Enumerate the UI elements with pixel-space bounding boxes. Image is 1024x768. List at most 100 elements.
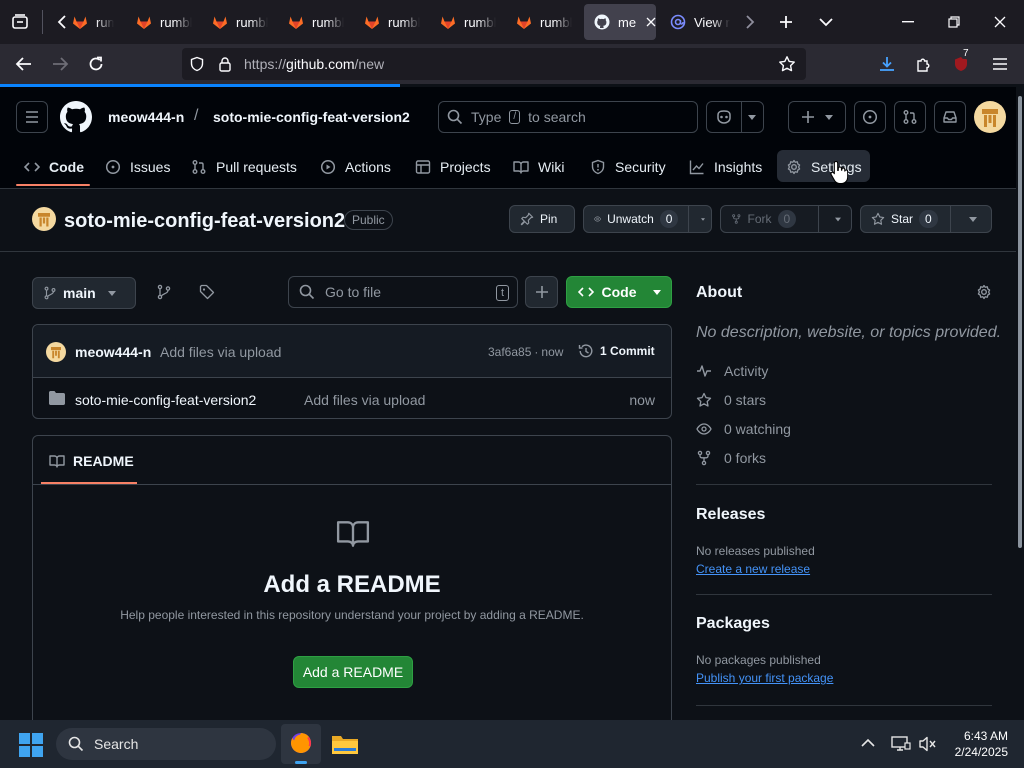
readme-heading: Add a README	[263, 571, 441, 598]
browser-tab[interactable]: rumbl	[62, 4, 114, 40]
inbox-icon[interactable]	[934, 101, 966, 133]
divider	[33, 484, 671, 485]
shield-icon	[591, 159, 605, 175]
file-name[interactable]: soto-mie-config-feat-version2	[75, 392, 256, 408]
browser-tab[interactable]: rumbl	[278, 4, 344, 40]
browser-tab[interactable]: rumbl	[202, 4, 268, 40]
hamburger-menu-icon[interactable]	[16, 101, 48, 133]
gitlab-icon	[364, 14, 380, 30]
bookmark-star-icon[interactable]	[778, 55, 796, 73]
extensions-icon[interactable]	[910, 50, 938, 78]
search-input[interactable]: Type / to search	[438, 101, 698, 133]
avatar[interactable]	[974, 101, 1006, 133]
owner-link[interactable]: meow444-n	[108, 109, 184, 125]
commit-author[interactable]: meow444-n	[75, 344, 151, 360]
publish-package-link[interactable]: Publish your first package	[696, 671, 833, 685]
pin-button[interactable]: Pin	[509, 205, 575, 233]
taskbar-search-box[interactable]: Search	[56, 728, 276, 760]
fork-button[interactable]: Fork 0	[720, 205, 852, 233]
book-icon	[336, 520, 370, 548]
volume-muted-icon[interactable]	[918, 735, 938, 753]
unwatch-button[interactable]: Unwatch 0	[583, 205, 712, 233]
tab-pull-requests[interactable]: Pull requests	[191, 151, 297, 183]
branch-select-button[interactable]: main	[32, 277, 136, 309]
tab-issues[interactable]: Issues	[105, 151, 170, 183]
activity-link[interactable]: Activity	[696, 363, 768, 379]
book-icon	[49, 455, 65, 468]
browser-tab[interactable]: me	[584, 4, 656, 40]
browser-tab[interactable]: View r	[660, 4, 730, 40]
firefox-icon	[291, 733, 312, 753]
network-icon[interactable]	[891, 735, 911, 753]
issues-icon[interactable]	[854, 101, 886, 133]
tab-scroll-right-icon[interactable]	[736, 8, 764, 36]
file-commit-message[interactable]: Add files via upload	[304, 392, 425, 408]
forks-link[interactable]: 0 forks	[696, 450, 766, 466]
back-icon[interactable]	[10, 50, 38, 78]
forward-icon[interactable]	[46, 50, 74, 78]
tab-wiki[interactable]: Wiki	[513, 151, 564, 183]
code-dropdown-button[interactable]: Code	[566, 276, 672, 308]
pull-requests-icon[interactable]	[894, 101, 926, 133]
url-bar[interactable]: https://github.com/new	[182, 48, 806, 80]
tags-icon[interactable]	[199, 284, 215, 300]
create-new-button[interactable]	[788, 101, 846, 133]
commits-link[interactable]: 1 Commit	[578, 343, 655, 359]
clock-time: 6:43 AM	[963, 729, 1008, 743]
file-row[interactable]: soto-mie-config-feat-version2 Add files v…	[33, 379, 671, 419]
tab-projects[interactable]: Projects	[415, 151, 491, 183]
ublock-extension-icon[interactable]: 7	[947, 48, 975, 78]
browser-tab[interactable]: rumbl	[506, 4, 572, 40]
browser-tab[interactable]: rumbl	[430, 4, 496, 40]
close-window-icon[interactable]	[986, 8, 1014, 36]
packages-heading[interactable]: Packages	[696, 615, 770, 633]
restore-icon[interactable]	[940, 8, 968, 36]
folder-icon	[49, 391, 65, 405]
lock-icon[interactable]	[218, 56, 232, 72]
show-hidden-icons-icon[interactable]	[860, 736, 876, 750]
branches-icon[interactable]	[156, 284, 172, 300]
close-tab-icon[interactable]	[646, 17, 656, 27]
taskbar-clock[interactable]: 6:43 AM 2/24/2025	[946, 728, 1008, 760]
github-logo-icon[interactable]	[60, 101, 92, 133]
go-to-file-input[interactable]: Go to file t	[288, 276, 518, 308]
new-tab-icon[interactable]	[772, 8, 800, 36]
tab-code[interactable]: Code	[24, 151, 84, 183]
tab-actions[interactable]: Actions	[320, 151, 391, 183]
commit-message[interactable]: Add files via upload	[160, 344, 281, 360]
add-readme-button[interactable]: Add a README	[293, 656, 413, 688]
about-description: No description, website, or topics provi…	[696, 324, 1002, 341]
browser-tab[interactable]: rumbl	[126, 4, 192, 40]
repo-link[interactable]: soto-mie-config-feat-version2	[213, 109, 410, 125]
copilot-button[interactable]	[706, 101, 764, 133]
add-file-button[interactable]	[525, 276, 558, 308]
readme-tab[interactable]: README	[49, 453, 134, 469]
gitlab-icon	[136, 14, 152, 30]
tab-settings[interactable]: Settings	[786, 151, 862, 183]
browser-tab[interactable]: rumbl	[354, 4, 420, 40]
windows-start-icon[interactable]	[18, 732, 44, 758]
tab-overview-icon[interactable]	[6, 8, 34, 36]
star-button[interactable]: Star 0	[860, 205, 992, 233]
create-release-link[interactable]: Create a new release	[696, 562, 810, 576]
star-count: 0	[919, 210, 938, 228]
minimize-icon[interactable]	[894, 8, 922, 36]
page-scrollbar-thumb[interactable]	[1018, 96, 1022, 548]
downloads-icon[interactable]	[873, 50, 901, 78]
tab-label: me	[618, 14, 636, 30]
releases-heading[interactable]: Releases	[696, 506, 765, 524]
file-explorer-icon[interactable]	[331, 732, 359, 756]
tab-security[interactable]: Security	[590, 151, 666, 183]
watching-link[interactable]: 0 watching	[696, 421, 791, 437]
reload-icon[interactable]	[82, 50, 110, 78]
app-menu-icon[interactable]	[986, 50, 1014, 78]
search-icon	[447, 109, 463, 125]
repo-title[interactable]: soto-mie-config-feat-version2	[64, 210, 345, 233]
commit-hash[interactable]: 3af6a85	[488, 345, 531, 359]
stars-link[interactable]: 0 stars	[696, 392, 766, 408]
firefox-taskbar-button[interactable]	[281, 724, 321, 764]
list-all-tabs-icon[interactable]	[812, 8, 840, 36]
tab-insights[interactable]: Insights	[689, 151, 762, 183]
tracking-shield-icon[interactable]	[189, 56, 205, 72]
about-settings-gear-icon[interactable]	[976, 284, 992, 300]
